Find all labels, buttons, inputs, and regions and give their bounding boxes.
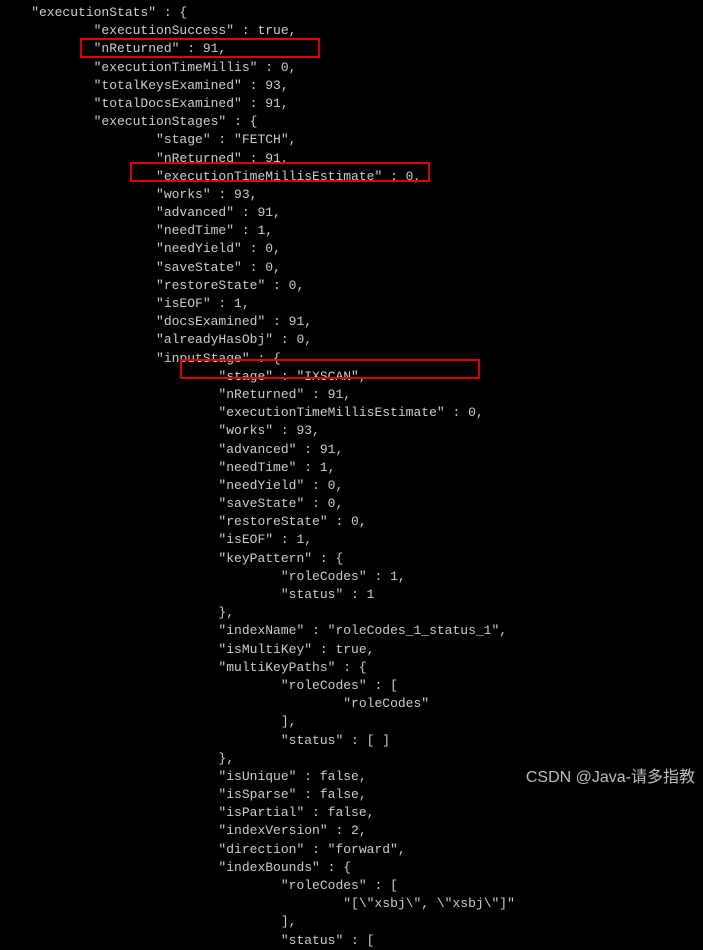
code-line: "roleCodes" : [ (0, 877, 703, 895)
code-line: "inputStage" : { (0, 350, 703, 368)
code-output: "executionStats" : { "executionSuccess" … (0, 4, 703, 950)
code-line: }, (0, 604, 703, 622)
code-line: ], (0, 913, 703, 931)
code-line: "saveState" : 0, (0, 495, 703, 513)
code-line: "works" : 93, (0, 422, 703, 440)
code-line: "executionSuccess" : true, (0, 22, 703, 40)
code-line: }, (0, 750, 703, 768)
code-line: "status" : [ (0, 932, 703, 950)
code-line: "totalKeysExamined" : 93, (0, 77, 703, 95)
code-line: "indexVersion" : 2, (0, 822, 703, 840)
code-line: "executionTimeMillis" : 0, (0, 59, 703, 77)
code-line: "totalDocsExamined" : 91, (0, 95, 703, 113)
code-line: "docsExamined" : 91, (0, 313, 703, 331)
code-line: "roleCodes" : 1, (0, 568, 703, 586)
code-line: "works" : 93, (0, 186, 703, 204)
code-line: "status" : 1 (0, 586, 703, 604)
code-line: "isEOF" : 1, (0, 531, 703, 549)
code-line: ], (0, 713, 703, 731)
code-line: "advanced" : 91, (0, 441, 703, 459)
code-line: "nReturned" : 91, (0, 150, 703, 168)
code-line: "isMultiKey" : true, (0, 641, 703, 659)
code-line: "stage" : "FETCH", (0, 131, 703, 149)
code-line: "keyPattern" : { (0, 550, 703, 568)
code-line: "executionTimeMillisEstimate" : 0, (0, 404, 703, 422)
code-line: "isPartial" : false, (0, 804, 703, 822)
watermark: CSDN @Java-请多指教 (526, 767, 695, 789)
code-line: "needYield" : 0, (0, 240, 703, 258)
code-line: "indexBounds" : { (0, 859, 703, 877)
code-line: "restoreState" : 0, (0, 277, 703, 295)
code-line: "executionStats" : { (0, 4, 703, 22)
code-line: "needTime" : 1, (0, 459, 703, 477)
code-line: "executionStages" : { (0, 113, 703, 131)
code-line: "saveState" : 0, (0, 259, 703, 277)
code-line: "stage" : "IXSCAN", (0, 368, 703, 386)
code-line: "advanced" : 91, (0, 204, 703, 222)
code-line: "nReturned" : 91, (0, 386, 703, 404)
code-line: "indexName" : "roleCodes_1_status_1", (0, 622, 703, 640)
code-line: "restoreState" : 0, (0, 513, 703, 531)
code-line: "roleCodes" (0, 695, 703, 713)
code-line: "roleCodes" : [ (0, 677, 703, 695)
code-line: "needYield" : 0, (0, 477, 703, 495)
code-line: "nReturned" : 91, (0, 40, 703, 58)
code-line: "direction" : "forward", (0, 841, 703, 859)
code-line: "multiKeyPaths" : { (0, 659, 703, 677)
code-line: "alreadyHasObj" : 0, (0, 331, 703, 349)
code-line: "executionTimeMillisEstimate" : 0, (0, 168, 703, 186)
code-line: "status" : [ ] (0, 732, 703, 750)
code-line: "[\"xsbj\", \"xsbj\"]" (0, 895, 703, 913)
code-line: "isEOF" : 1, (0, 295, 703, 313)
code-line: "needTime" : 1, (0, 222, 703, 240)
